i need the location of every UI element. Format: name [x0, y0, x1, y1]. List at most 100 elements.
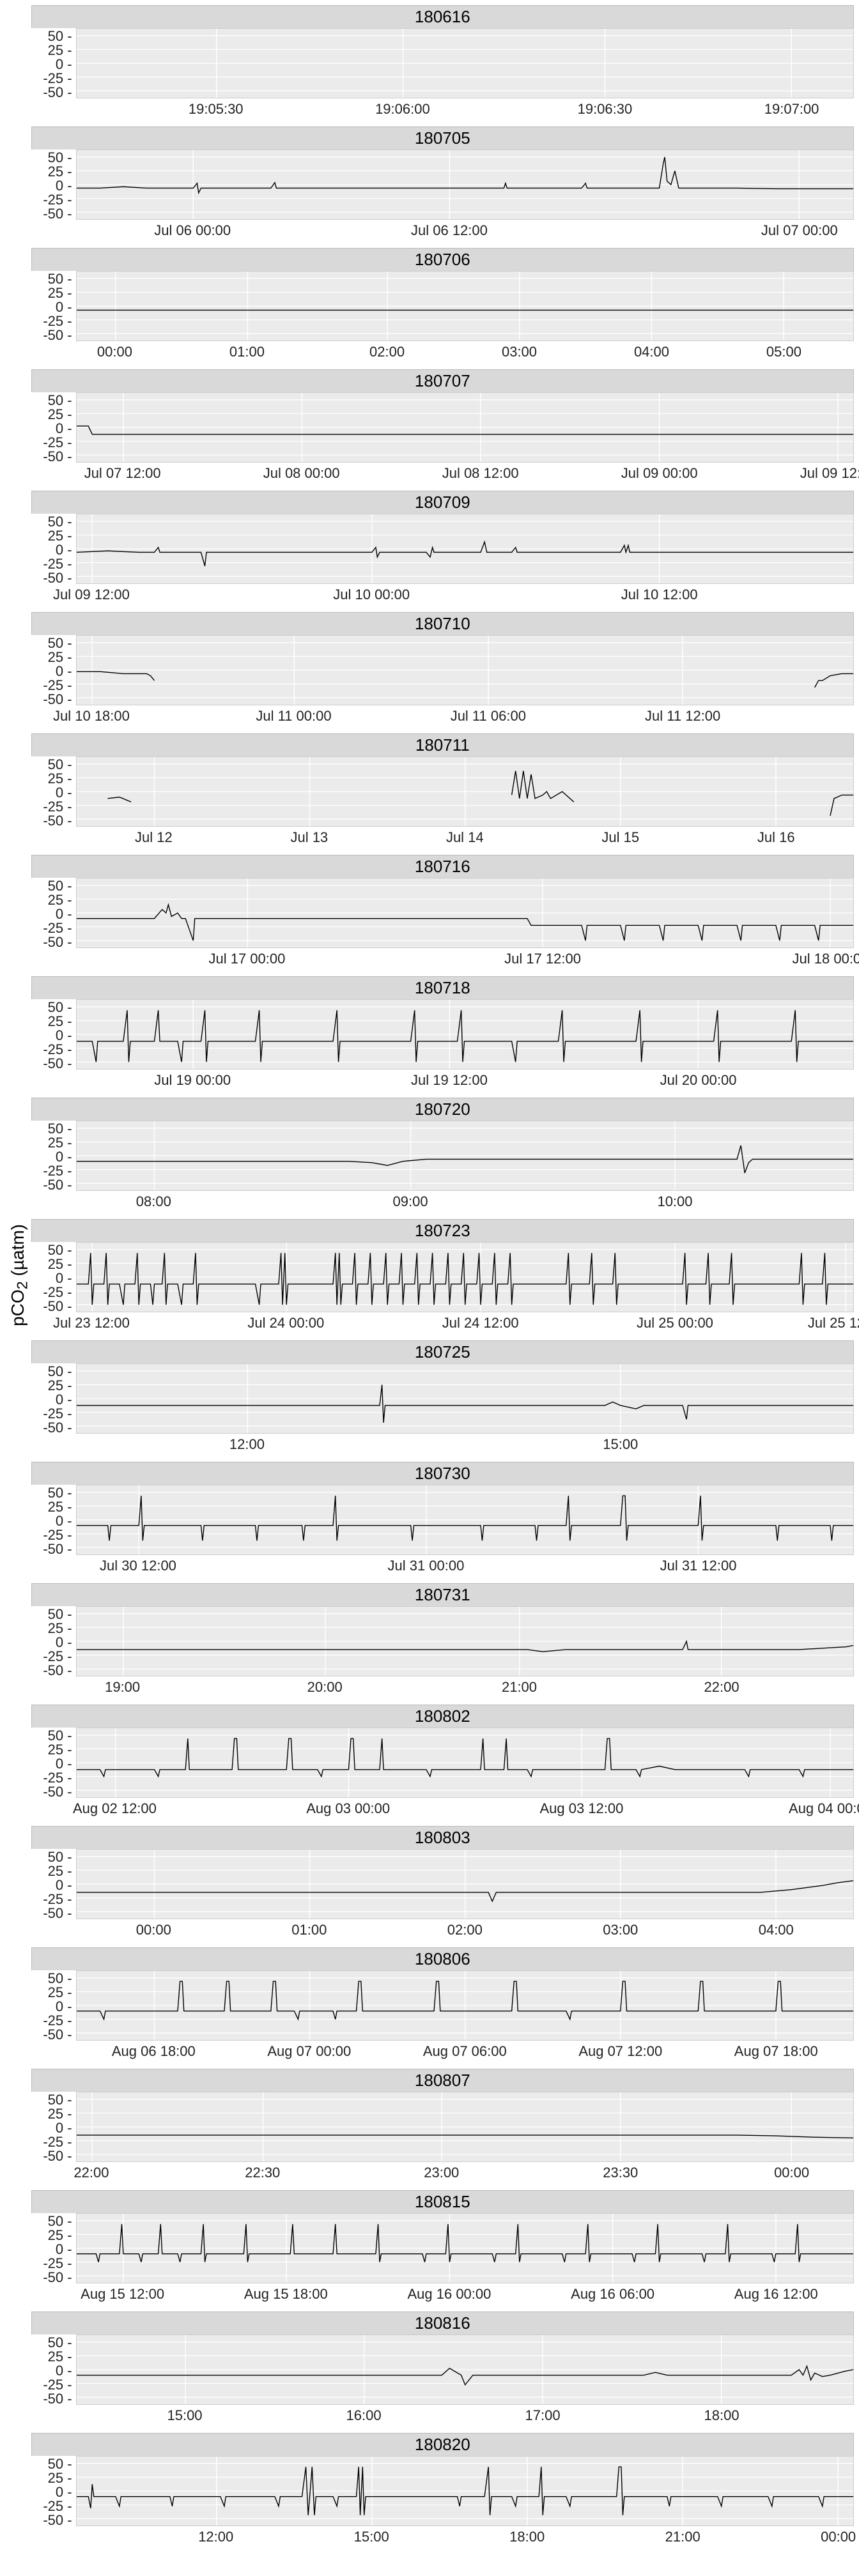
panel-title: 180706	[31, 248, 854, 271]
x-tick: 18:00	[509, 2529, 545, 2545]
x-tick: 03:00	[502, 344, 537, 360]
y-tick: -50 -	[43, 571, 72, 585]
plot-area	[76, 1728, 854, 1798]
panel-title: 180710	[31, 612, 854, 635]
x-tick: 01:00	[229, 344, 265, 360]
panel-180725: 18072550 -25 -0 --25 --50 -12:0015:00	[31, 1340, 854, 1453]
y-tick: 25 -	[48, 165, 72, 179]
y-tick: -50 -	[43, 2028, 72, 2042]
panel-180806: 18080650 -25 -0 --25 --50 -Aug 06 18:00A…	[31, 1947, 854, 2060]
panel-180730: 18073050 -25 -0 --25 --50 -Jul 30 12:00J…	[31, 1462, 854, 1574]
x-tick: Jul 08 00:00	[263, 465, 340, 482]
panel-title: 180705	[31, 126, 854, 150]
panel-title: 180802	[31, 1705, 854, 1728]
y-tick: -25 -	[43, 1285, 72, 1300]
y-tick: 0 -	[56, 907, 72, 921]
y-tick: 25 -	[48, 650, 72, 664]
plot-area	[76, 1970, 854, 2041]
x-tick: Aug 07 00:00	[267, 2043, 351, 2060]
y-tick: 0 -	[56, 2000, 72, 2014]
x-axis: Jul 07 12:00Jul 08 00:00Jul 08 12:00Jul …	[76, 463, 854, 482]
y-tick: 50 -	[48, 1850, 72, 1864]
y-axis: 50 -25 -0 --25 --50 -	[31, 271, 76, 341]
y-tick: 0 -	[56, 543, 72, 557]
y-tick: -25 -	[43, 557, 72, 571]
panel-title: 180707	[31, 369, 854, 392]
panel-180803: 18080350 -25 -0 --25 --50 -00:0001:0002:…	[31, 1826, 854, 1938]
y-tick: -25 -	[43, 72, 72, 86]
x-tick: Jul 14	[446, 829, 484, 846]
y-axis: 50 -25 -0 --25 --50 -	[31, 1242, 76, 1312]
y-tick: 25 -	[48, 408, 72, 422]
x-tick: 20:00	[307, 1679, 343, 1696]
x-tick: 15:00	[603, 1436, 638, 1453]
y-tick: 50 -	[48, 394, 72, 408]
x-tick: Jul 10 00:00	[333, 586, 410, 603]
y-tick: -50 -	[43, 1421, 72, 1435]
x-axis: 12:00 15:00	[76, 1434, 854, 1453]
x-tick: Jul 09 12:00	[800, 465, 859, 482]
x-tick: Jul 31 12:00	[660, 1558, 737, 1574]
panel-body: 50 -25 -0 --25 --50 -	[31, 999, 854, 1070]
plot-area	[76, 878, 854, 948]
y-tick: 25 -	[48, 1864, 72, 1878]
panel-180820: 18082050 -25 -0 --25 --50 -12:0015:0018:…	[31, 2433, 854, 2545]
x-tick: 22:30	[245, 2165, 280, 2181]
panel-180711: 18071150 -25 -0 --25 --50 -Jul 12Jul 13J…	[31, 733, 854, 846]
x-tick: 22:00	[704, 1679, 739, 1696]
x-tick: Aug 02 12:00	[73, 1800, 157, 1817]
x-axis: Jul 09 12:00Jul 10 00:00Jul 10 12:00	[76, 584, 854, 603]
x-tick: 19:07:00	[764, 101, 819, 118]
panel-180707: 18070750 -25 -0 --25 --50 -Jul 07 12:00J…	[31, 369, 854, 482]
x-tick: Jul 11 12:00	[645, 708, 720, 724]
y-tick: -50 -	[43, 86, 72, 100]
x-axis: 19:05:3019:06:0019:06:3019:07:00	[76, 98, 854, 118]
panel-title: 180730	[31, 1462, 854, 1485]
x-axis: Jul 10 18:00Jul 11 00:00Jul 11 06:00Jul …	[76, 705, 854, 724]
y-tick: -50 -	[43, 2271, 72, 2285]
x-tick: Jul 31 00:00	[387, 1558, 464, 1574]
x-tick: 12:00	[229, 1436, 265, 1453]
series-line	[77, 2366, 853, 2385]
y-tick: 25 -	[48, 1986, 72, 2000]
y-tick: 0 -	[56, 786, 72, 800]
plot-area	[76, 514, 854, 584]
x-axis: Jul 23 12:00Jul 24 00:00Jul 24 12:00Jul …	[76, 1312, 854, 1331]
panel-body: 50 -25 -0 --25 --50 -	[31, 1728, 854, 1798]
plot-area	[76, 1849, 854, 1919]
panel-body: 50 -25 -0 --25 --50 -	[31, 1242, 854, 1312]
y-tick: -50 -	[43, 450, 72, 464]
y-tick: -25 -	[43, 2499, 72, 2513]
panel-body: 50 -25 -0 --25 --50 -	[31, 1485, 854, 1555]
x-tick: Jul 18 00:00	[793, 951, 859, 967]
y-tick: -25 -	[43, 2135, 72, 2149]
y-axis: 50 -25 -0 --25 --50 -	[31, 514, 76, 584]
y-tick: 25 -	[48, 772, 72, 786]
y-tick: 0 -	[56, 300, 72, 314]
y-tick: -50 -	[43, 1300, 72, 1314]
y-tick: 0 -	[56, 2121, 72, 2135]
panel-180723: 18072350 -25 -0 --25 --50 -Jul 23 12:00J…	[31, 1219, 854, 1331]
x-axis: Aug 02 12:00Aug 03 00:00Aug 03 12:00Aug …	[76, 1798, 854, 1817]
y-tick: 25 -	[48, 1743, 72, 1757]
y-tick: 50 -	[48, 29, 72, 43]
y-tick: 0 -	[56, 1271, 72, 1285]
panel-title: 180716	[31, 855, 854, 878]
panel-title: 180711	[31, 733, 854, 756]
x-tick: Jul 08 12:00	[442, 465, 519, 482]
y-tick: 25 -	[48, 2350, 72, 2364]
series-line	[77, 671, 853, 687]
series-line	[77, 1253, 853, 1305]
y-axis: 50 -25 -0 --25 --50 -	[31, 635, 76, 705]
x-tick: 19:06:30	[578, 101, 633, 118]
panel-body: 50 -25 -0 --25 --50 -	[31, 1606, 854, 1676]
x-tick: 16:00	[346, 2407, 382, 2424]
panel-body: 50 -25 -0 --25 --50 -	[31, 2213, 854, 2283]
x-tick: Jul 06 00:00	[154, 222, 231, 239]
y-axis: 50 -25 -0 --25 --50 -	[31, 999, 76, 1070]
panel-body: 50 -25 -0 --25 --50 -	[31, 514, 854, 584]
y-axis: 50 -25 -0 --25 --50 -	[31, 150, 76, 220]
plot-area	[76, 2092, 854, 2162]
x-tick: 19:05:30	[189, 101, 244, 118]
panel-title: 180815	[31, 2190, 854, 2213]
